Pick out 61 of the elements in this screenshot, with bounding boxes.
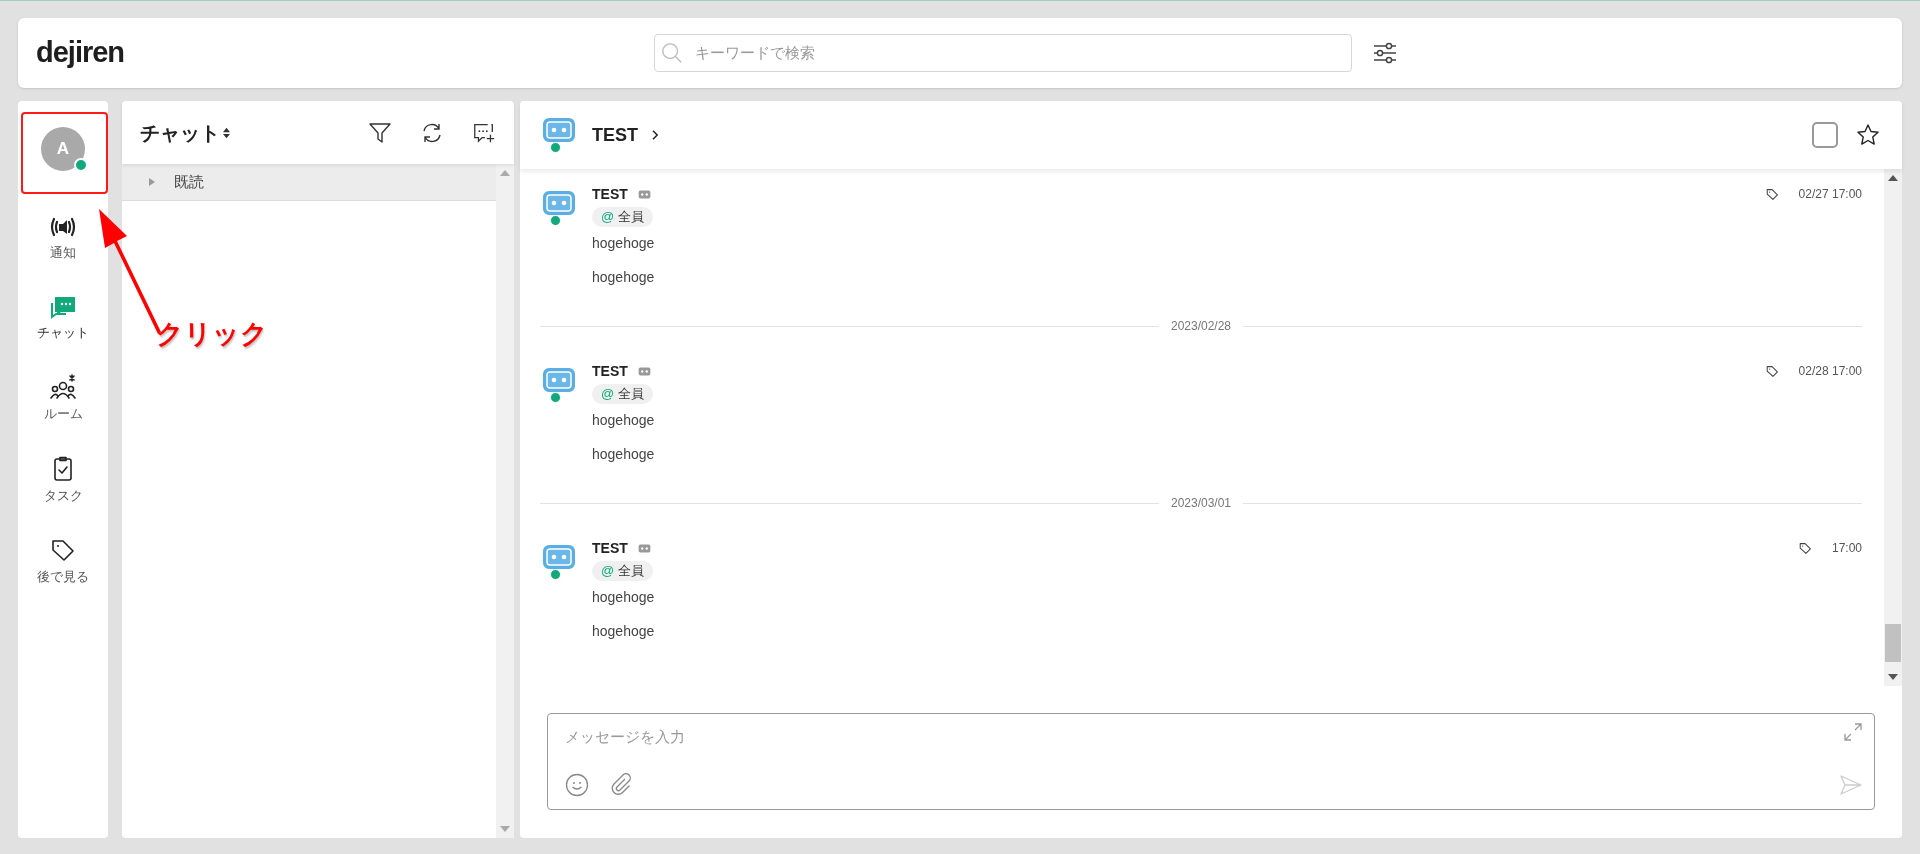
date-separator: 2023/03/01 bbox=[1170, 495, 1232, 512]
message-time: 02/28 17:00 bbox=[1798, 363, 1862, 380]
tag-icon[interactable] bbox=[1765, 187, 1779, 201]
scrollbar[interactable] bbox=[1884, 169, 1902, 686]
message-text: hogehoge bbox=[592, 234, 656, 253]
mention-chip: @ 全員 bbox=[592, 561, 654, 581]
bot-avatar bbox=[542, 190, 576, 218]
scrollbar-thumb[interactable] bbox=[1885, 624, 1901, 662]
scroll-down-icon[interactable] bbox=[1888, 674, 1898, 680]
nav-item[interactable]: ルーム bbox=[33, 372, 93, 426]
broadcast-icon bbox=[49, 215, 77, 239]
message-text: hogehoge bbox=[592, 588, 656, 607]
tag-icon[interactable] bbox=[1765, 364, 1779, 378]
sort-icon[interactable] bbox=[222, 125, 231, 140]
message-composer[interactable]: メッセージを入力 bbox=[547, 713, 1875, 810]
group-row[interactable]: 既読 bbox=[122, 164, 496, 201]
search-icon bbox=[661, 42, 683, 64]
scroll-up-icon[interactable] bbox=[1888, 175, 1898, 181]
bot-avatar bbox=[542, 367, 576, 395]
checkbox[interactable] bbox=[1812, 122, 1838, 148]
chevron-right-icon[interactable] bbox=[652, 130, 659, 140]
message-input[interactable]: メッセージを入力 bbox=[565, 726, 1843, 749]
conversation-title[interactable]: TEST bbox=[592, 121, 638, 149]
search-input[interactable]: キーワードで検索 bbox=[695, 41, 1345, 65]
bot-avatar bbox=[542, 117, 576, 145]
sender-name[interactable]: TEST bbox=[592, 183, 628, 205]
message-text: hogehoge bbox=[592, 411, 656, 430]
message-time: 02/27 17:00 bbox=[1798, 186, 1862, 203]
sliders-icon[interactable] bbox=[1372, 41, 1398, 65]
mention-chip: @ 全員 bbox=[592, 207, 654, 227]
paperclip-icon[interactable] bbox=[609, 773, 633, 797]
smiley-icon[interactable] bbox=[565, 773, 589, 797]
message-time: 17:00 bbox=[1831, 540, 1862, 557]
tag-icon bbox=[50, 537, 76, 563]
caret-icon bbox=[148, 178, 156, 186]
annotation-label: クリック bbox=[156, 318, 268, 351]
message-text: hogehoge bbox=[592, 268, 656, 287]
bot-icon bbox=[637, 543, 651, 553]
logo[interactable]: dejiren bbox=[36, 31, 636, 75]
sender-name[interactable]: TEST bbox=[592, 537, 628, 559]
expand-icon[interactable] bbox=[1843, 722, 1863, 742]
bot-avatar bbox=[542, 544, 576, 572]
nav-item[interactable]: 後で見る bbox=[33, 535, 93, 589]
chat-bubbles-icon bbox=[49, 294, 77, 319]
nav-item[interactable]: 通知 bbox=[33, 213, 93, 265]
message-text: hogehoge bbox=[592, 445, 656, 464]
people-icon bbox=[49, 374, 77, 400]
bot-icon bbox=[637, 366, 651, 376]
tag-icon[interactable] bbox=[1798, 541, 1812, 555]
nav-item[interactable]: チャット bbox=[33, 292, 93, 344]
filter-icon[interactable] bbox=[368, 120, 392, 145]
date-separator: 2023/02/28 bbox=[1170, 318, 1232, 335]
bot-icon bbox=[637, 189, 651, 199]
panel-title[interactable]: チャット bbox=[140, 117, 220, 148]
nav-item[interactable]: タスク bbox=[33, 453, 93, 507]
message-text: hogehoge bbox=[592, 622, 656, 641]
sender-name[interactable]: TEST bbox=[592, 360, 628, 382]
clipboard-check-icon bbox=[51, 455, 75, 482]
star-icon[interactable] bbox=[1856, 123, 1880, 147]
mention-chip: @ 全員 bbox=[592, 384, 654, 404]
search-field[interactable]: キーワードで検索 bbox=[654, 34, 1352, 72]
